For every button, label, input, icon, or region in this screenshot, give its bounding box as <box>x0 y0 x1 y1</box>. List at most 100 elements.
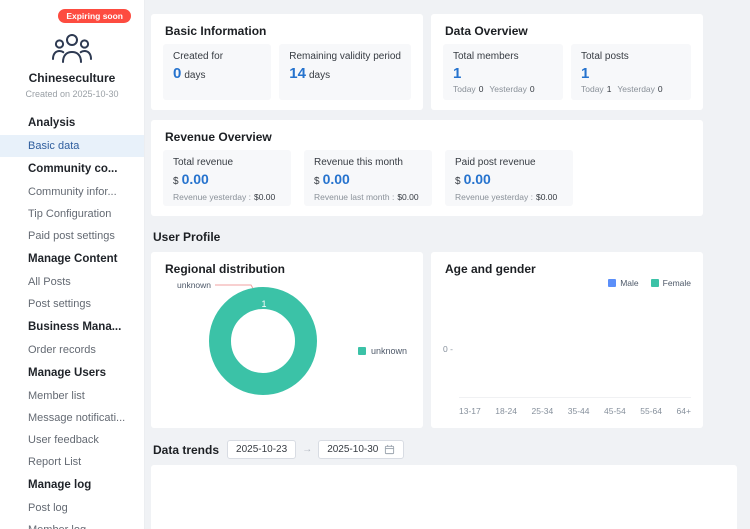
yesterday-value: 0 <box>657 84 663 94</box>
sidebar: Expiring soon Chineseculture Created on … <box>0 0 145 529</box>
age-gender-legend: Male Female <box>608 278 691 288</box>
created-for-label: Created for <box>173 51 224 62</box>
total-posts-value: 1 <box>581 65 681 82</box>
revenue-this-month-label: Revenue this month <box>314 157 403 168</box>
age-gender-card: Age and gender Male Female 0 - 13-17 18-… <box>431 252 703 428</box>
x-axis-labels: 13-17 18-24 25-34 35-44 45-54 55-64 64+ <box>459 406 691 416</box>
revenue-last-month-label: Revenue last month : <box>314 192 395 202</box>
legend-male-label: Male <box>620 278 639 288</box>
today-label: Today <box>453 84 476 94</box>
revenue-overview-card: Revenue Overview Total revenue $0.00 Rev… <box>151 120 703 216</box>
revenue-yesterday-label: Revenue yesterday : <box>173 192 251 202</box>
x-axis-line <box>459 397 691 398</box>
total-members-value: 1 <box>453 65 553 82</box>
sidebar-item-tip-configuration[interactable]: Tip Configuration <box>0 203 144 225</box>
basic-information-stats: Created for 0 days Remaining validity per… <box>151 44 423 110</box>
total-posts-breakdown: Today 1 Yesterday 0 <box>581 84 681 94</box>
data-trends-title: Data trends <box>153 442 220 457</box>
community-avatar <box>49 30 95 66</box>
total-revenue-sub: Revenue yesterday : $0.00 <box>173 192 281 202</box>
legend-male[interactable]: Male <box>608 278 639 288</box>
revenue-last-month-value: $0.00 <box>397 192 419 202</box>
remaining-validity-label: Remaining validity period <box>289 51 401 62</box>
people-group-icon <box>52 34 92 63</box>
calendar-icon <box>385 444 395 455</box>
revenue-stats: Total revenue $0.00 Revenue yesterday : $… <box>151 150 703 216</box>
total-posts-number: 1 <box>581 65 590 82</box>
yesterday-value: 0 <box>529 84 535 94</box>
sidebar-section-business-management: Business Mana... <box>28 321 122 333</box>
regional-legend-unknown[interactable]: unknown <box>357 346 407 356</box>
total-members-label: Total members <box>453 51 519 62</box>
paid-post-revenue-sub: Revenue yesterday : $0.00 <box>455 192 563 202</box>
data-overview-stats: Total members 1 Today 0 Yesterday 0 Total p… <box>431 44 703 110</box>
sidebar-section-community-config: Community co... <box>28 163 118 175</box>
paid-post-revenue-number: 0.00 <box>463 171 491 187</box>
sidebar-item-user-feedback[interactable]: User feedback <box>0 429 144 451</box>
total-revenue-label: Total revenue <box>173 157 234 168</box>
sidebar-section-manage-log: Manage log <box>28 479 92 491</box>
data-trends-bar: Data trends 2025-10-23 → 2025-10-30 <box>153 440 750 459</box>
x-label-64plus: 64+ <box>676 406 691 416</box>
sidebar-item-basic-data[interactable]: Basic data <box>0 135 144 157</box>
top-row: Basic Information Created for 0 days Rema… <box>151 14 703 110</box>
legend-female[interactable]: Female <box>650 278 691 288</box>
basic-information-card: Basic Information Created for 0 days Rema… <box>151 14 423 110</box>
sidebar-section-analysis: Analysis <box>28 117 76 129</box>
total-revenue-stat: Total revenue $0.00 Revenue yesterday : $… <box>163 150 291 206</box>
today-label: Today <box>581 84 604 94</box>
total-revenue-number: 0.00 <box>181 171 209 187</box>
total-posts-stat: Total posts 1 Today 1 Yesterday 0 <box>571 44 691 100</box>
created-for-number: 0 <box>173 65 182 82</box>
x-label-35-44: 35-44 <box>567 406 590 416</box>
community-name: Chineseculture <box>28 71 116 85</box>
data-trends-chart-card <box>151 465 737 529</box>
total-revenue-value: $0.00 <box>173 171 281 190</box>
end-date-value: 2025-10-30 <box>327 444 379 455</box>
created-for-value: 0 days <box>173 65 261 84</box>
sidebar-item-report-list[interactable]: Report List <box>0 451 144 473</box>
sidebar-item-post-log[interactable]: Post log <box>0 497 144 519</box>
start-date-input[interactable]: 2025-10-23 <box>227 440 297 459</box>
today-value: 1 <box>606 84 612 94</box>
sidebar-section-manage-users: Manage Users <box>28 367 106 379</box>
revenue-last-month-sub: Revenue last month : $0.00 <box>314 192 422 202</box>
sidebar-item-order-records[interactable]: Order records <box>0 339 144 361</box>
yesterday-label: Yesterday <box>489 84 527 94</box>
sidebar-item-member-list[interactable]: Member list <box>0 385 144 407</box>
x-label-55-64: 55-64 <box>640 406 662 416</box>
user-profile-title: User Profile <box>153 230 221 244</box>
sidebar-item-post-settings[interactable]: Post settings <box>0 293 144 315</box>
sidebar-item-paid-post-settings[interactable]: Paid post settings <box>0 225 144 247</box>
sidebar-item-community-information[interactable]: Community infor... <box>0 181 144 203</box>
app-root: Expiring soon Chineseculture Created on … <box>0 0 750 529</box>
sidebar-section-manage-content: Manage Content <box>28 253 118 265</box>
male-color-swatch <box>608 279 617 287</box>
date-range-arrow: → <box>302 444 313 455</box>
start-date-value: 2025-10-23 <box>236 444 288 455</box>
paid-post-revenue-stat: Paid post revenue $0.00 Revenue yesterda… <box>445 150 573 206</box>
paid-post-revenue-value: $0.00 <box>455 171 563 190</box>
remaining-validity-value: 14 days <box>289 65 401 84</box>
donut-callout-label: unknown <box>177 280 211 290</box>
donut-ring <box>209 287 317 395</box>
created-for-stat: Created for 0 days <box>163 44 272 100</box>
currency-symbol: $ <box>314 176 320 187</box>
sidebar-item-member-log[interactable]: Member log <box>0 519 144 529</box>
expiring-soon-badge: Expiring soon <box>58 9 131 23</box>
unknown-color-swatch <box>357 347 366 355</box>
x-label-18-24: 18-24 <box>495 406 517 416</box>
revenue-this-month-number: 0.00 <box>322 171 350 187</box>
regional-distribution-card: Regional distribution unknown 1 unknown <box>151 252 423 428</box>
y-axis-tick: 0 - <box>443 344 453 354</box>
sidebar-item-message-notification[interactable]: Message notificati... <box>0 407 144 429</box>
community-created-date: Created on 2025-10-30 <box>25 89 119 99</box>
sidebar-menu: Analysis Basic data Community co... Comm… <box>0 111 144 529</box>
currency-symbol: $ <box>455 176 461 187</box>
end-date-input[interactable]: 2025-10-30 <box>318 440 405 459</box>
sidebar-item-all-posts[interactable]: All Posts <box>0 271 144 293</box>
total-members-breakdown: Today 0 Yesterday 0 <box>453 84 553 94</box>
charts-row: Regional distribution unknown 1 unknown … <box>151 252 703 428</box>
revenue-overview-title: Revenue Overview <box>165 130 272 144</box>
revenue-this-month-value: $0.00 <box>314 171 422 190</box>
